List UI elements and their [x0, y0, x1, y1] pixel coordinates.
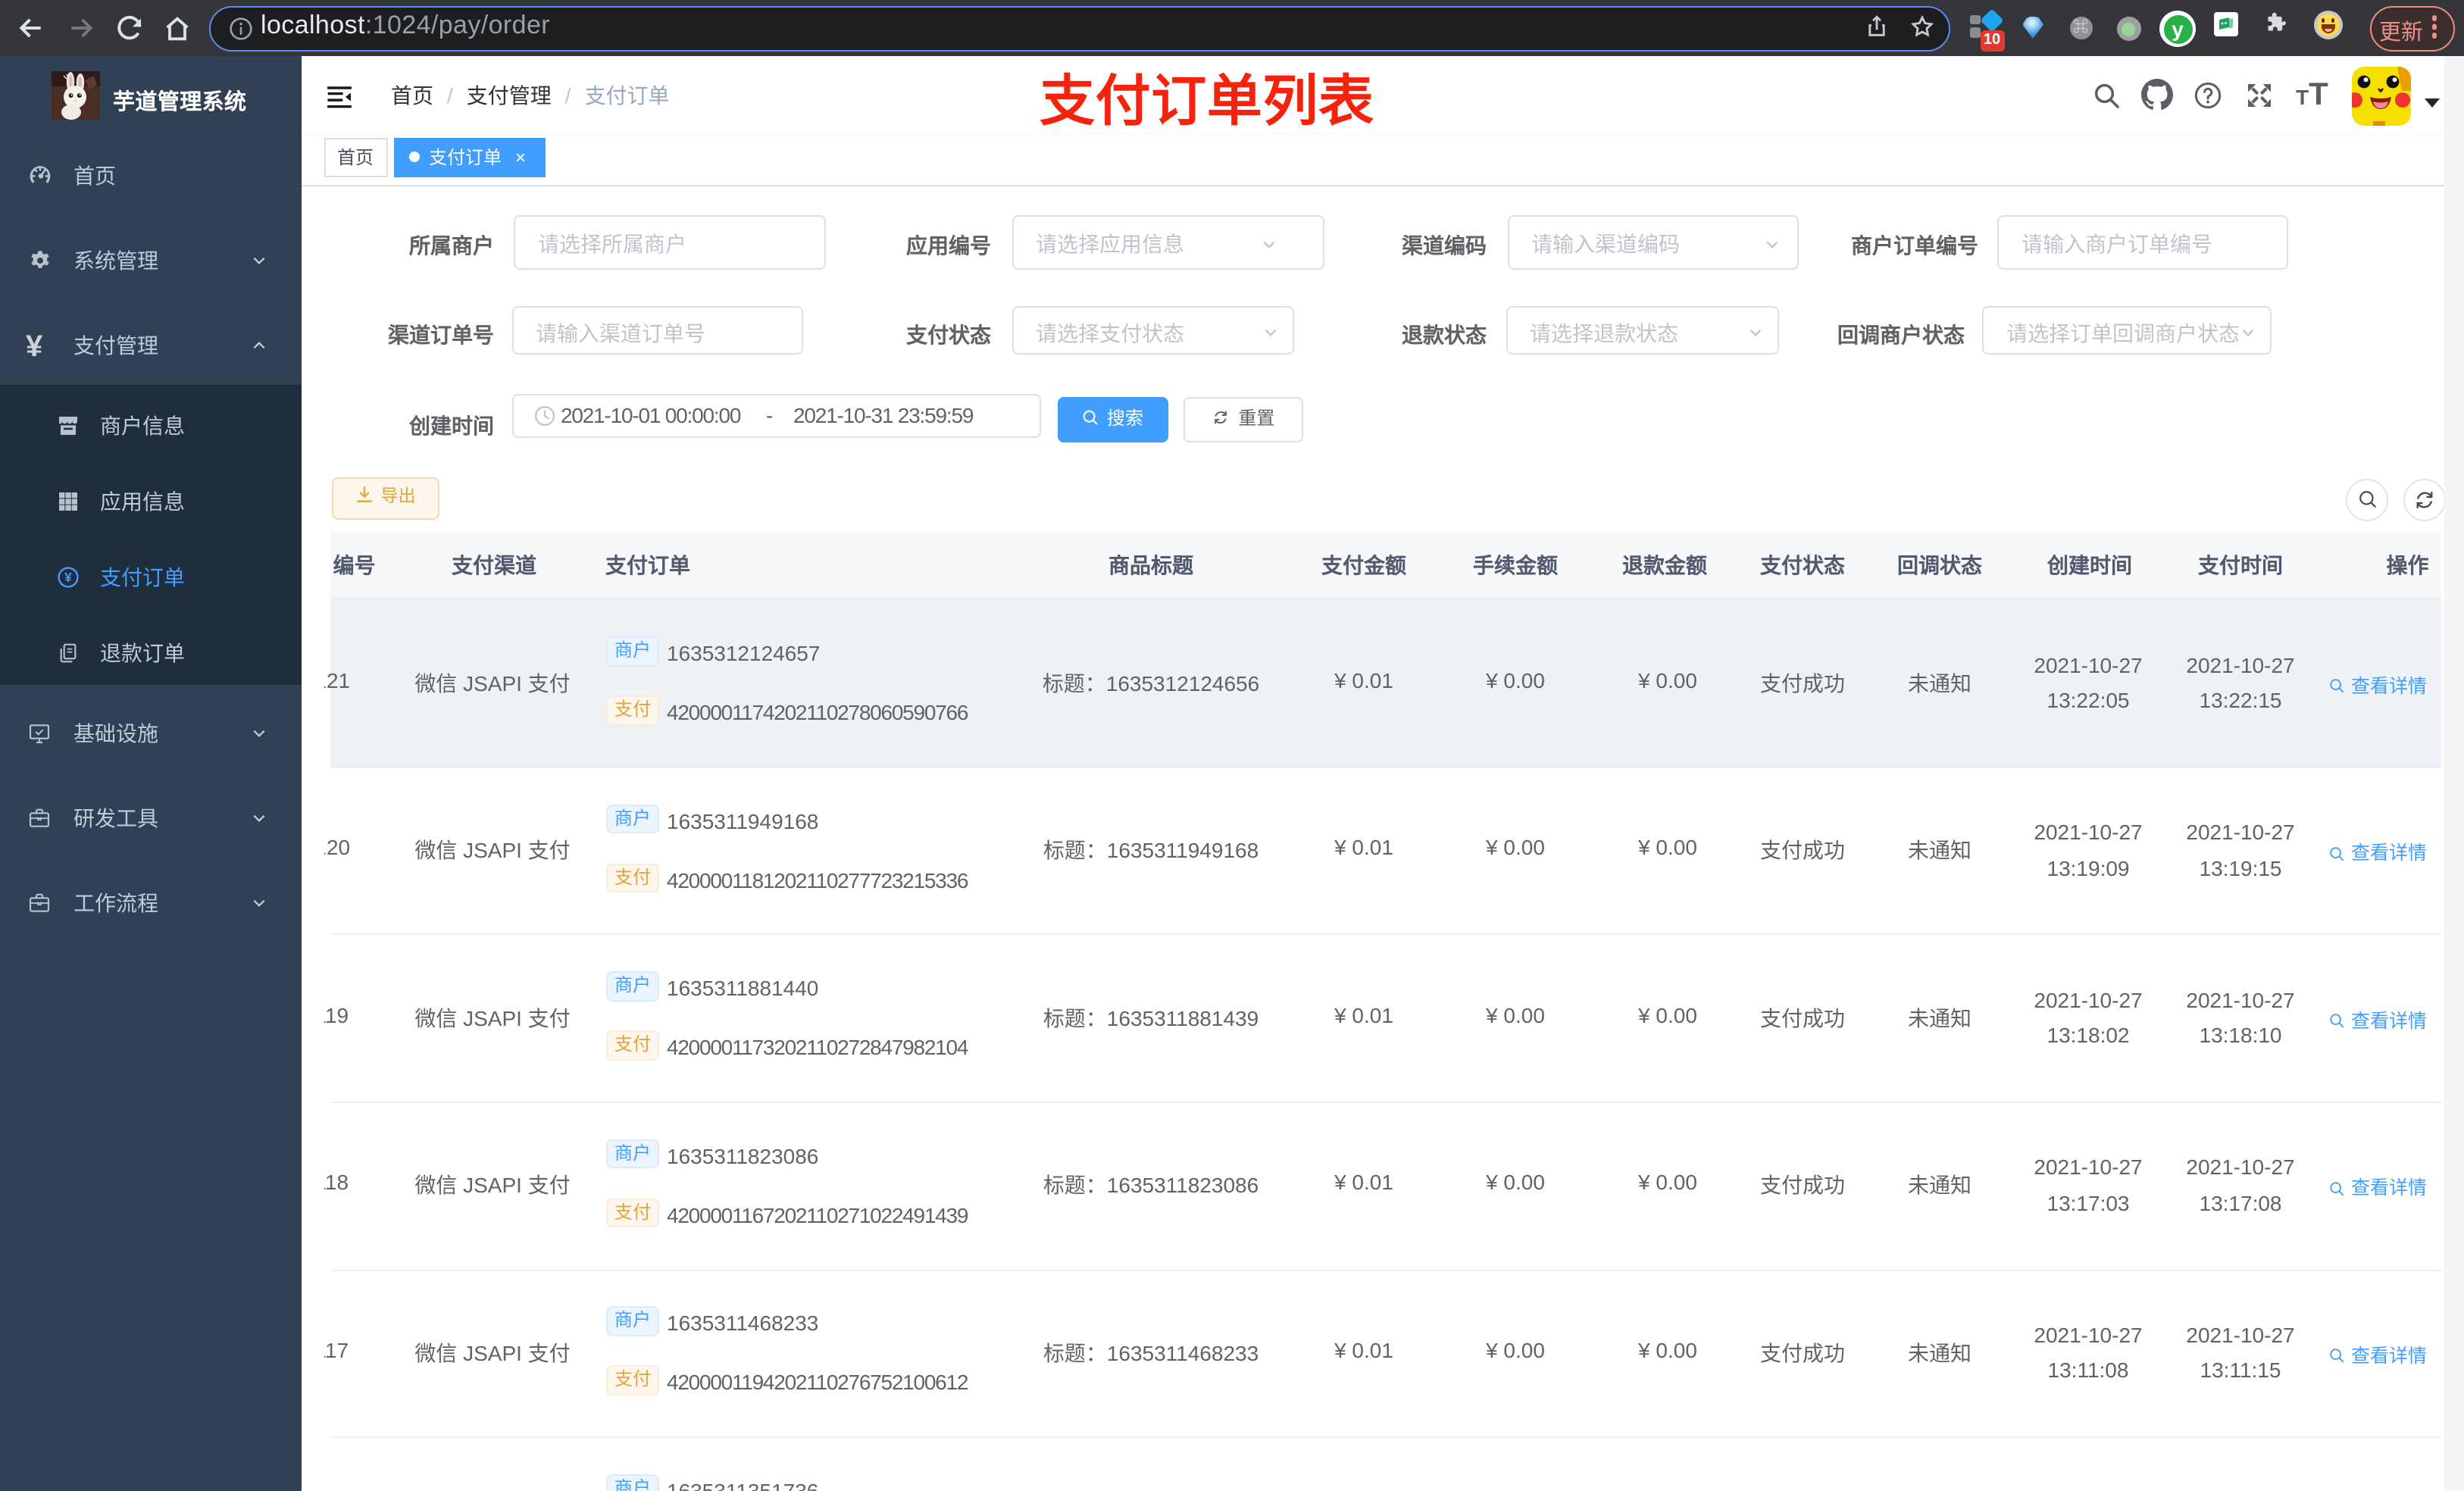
svg-text:¥: ¥: [64, 570, 72, 585]
